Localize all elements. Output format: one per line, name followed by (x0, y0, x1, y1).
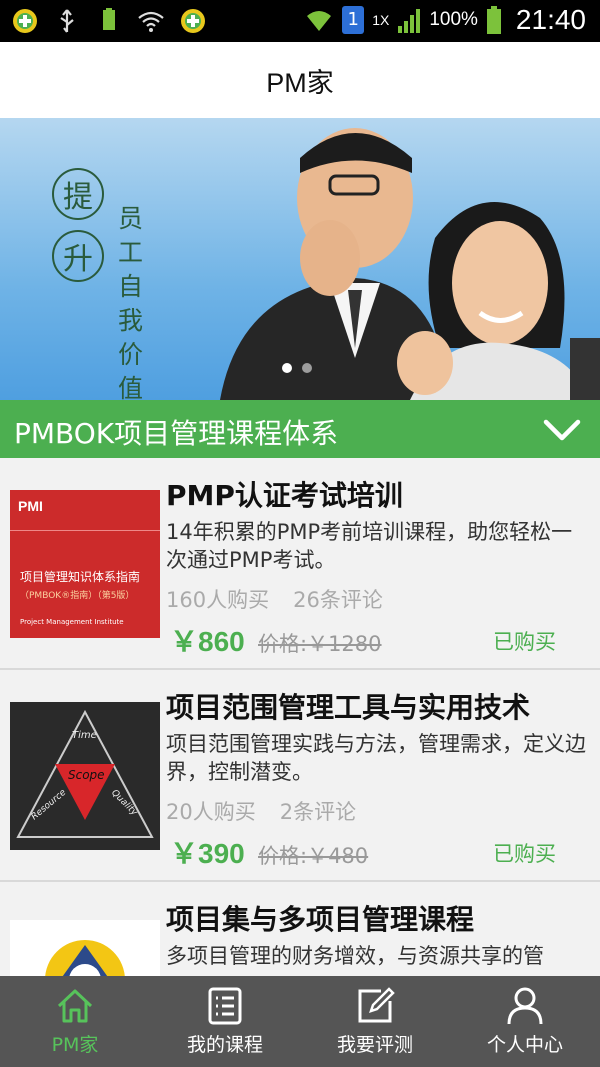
course-thumbnail: PMI 项目管理知识体系指南 （PMBOK®指南）（第5版） Project M… (10, 490, 160, 638)
business-people-image (220, 128, 600, 400)
battery-percent: 100% (429, 9, 478, 30)
nav-label: PM家 (51, 1034, 99, 1056)
course-description: 多项目管理的财务增效，与资源共享的管 (166, 944, 544, 968)
original-price: 价格:￥480 (258, 844, 369, 868)
nav-label: 个人中心 (486, 1034, 563, 1056)
page-title: PM家 (266, 67, 334, 98)
course-thumbnail: Time Scope Resource Quality (10, 702, 160, 850)
course-price: ￥390 (170, 838, 245, 869)
course-thumbnail (10, 920, 160, 976)
course-title[interactable]: 项目范围管理工具与实用技术 (166, 686, 530, 726)
carousel-dot[interactable] (302, 363, 312, 373)
purchased-badge[interactable]: 已购买 (493, 626, 556, 656)
person-icon (507, 987, 543, 1025)
carousel-dot-active[interactable] (282, 363, 292, 373)
clock: 21:40 (515, 4, 586, 35)
sim-card-icon: 1 (342, 6, 365, 34)
slogan-char: 自 (118, 272, 144, 301)
diagram-label: Time (72, 730, 97, 741)
edit-icon (358, 987, 395, 1023)
book-title: 项目管理知识体系指南 (20, 570, 141, 584)
slogan-char: 工 (118, 238, 144, 267)
review-count: 26条评论 (293, 588, 383, 612)
course-stats: 20人购买 2条评论 (166, 796, 356, 826)
banner-circle-char: 提 (52, 168, 104, 220)
carousel-indicator[interactable] (282, 363, 312, 373)
nav-item-assessment[interactable]: 我要评测 (300, 976, 450, 1067)
wifi-outline-icon (138, 11, 164, 32)
wifi-signal-icon (307, 11, 332, 31)
slogan-char: 我 (118, 306, 144, 335)
nav-label: 我的课程 (186, 1034, 263, 1056)
battery-full-icon (103, 8, 115, 30)
course-list[interactable]: PMI 项目管理知识体系指南 （PMBOK®指南）（第5版） Project M… (0, 458, 600, 976)
book-subtitle: （PMBOK®指南）（第5版） (20, 591, 135, 601)
nav-item-my-courses[interactable]: 我的课程 (150, 976, 300, 1067)
app-notification-icon (13, 9, 37, 33)
original-price: 价格:￥1280 (258, 632, 382, 656)
slogan-char: 价 (118, 340, 144, 369)
nav-item-home[interactable]: PM家 (0, 976, 150, 1067)
list-icon (208, 987, 242, 1025)
buyer-count: 160人购买 (166, 588, 270, 612)
book-publisher: Project Management Institute (20, 618, 124, 626)
slogan-char: 值 (118, 374, 144, 400)
bottom-navigation: PM家 我的课程 我要评测 个人中心 (0, 976, 600, 1067)
chevron-down-icon[interactable] (542, 414, 582, 444)
battery-icon (486, 6, 501, 34)
nav-label: 我要评测 (336, 1034, 413, 1056)
usb-icon (60, 9, 74, 33)
network-type-label: 1X (372, 12, 390, 28)
course-title[interactable]: 项目集与多项目管理课程 (166, 898, 474, 938)
slogan-char: 员 (118, 204, 144, 233)
course-description: 项目范围管理实践与方法，管理需求，定义边界，控制潜变。 (166, 732, 586, 784)
program-logo-image (45, 940, 125, 976)
review-count: 2条评论 (279, 800, 357, 824)
course-title[interactable]: PMP认证考试培训 (166, 474, 403, 514)
nav-item-profile[interactable]: 个人中心 (450, 976, 600, 1067)
course-item-program[interactable]: 项目集与多项目管理课程 多项目管理的财务增效，与资源共享的管 (0, 882, 600, 976)
home-icon (57, 989, 93, 1023)
buyer-count: 20人购买 (166, 800, 256, 824)
purchased-badge[interactable]: 已购买 (493, 838, 556, 868)
title-bar: PM家 (0, 42, 600, 118)
app-notification-icon (181, 9, 205, 33)
status-bar: 1 1X 100% 21:40 (0, 0, 600, 42)
category-title: PMBOK项目管理课程体系 (14, 417, 339, 450)
course-description: 14年积累的PMP考前培训课程，助您轻松一次通过PMP考试。 (166, 520, 573, 572)
course-category-header[interactable]: PMBOK项目管理课程体系 (0, 400, 600, 458)
course-price: ￥860 (170, 626, 245, 657)
banner-circle-char: 升 (52, 230, 104, 282)
course-item-scope[interactable]: Time Scope Resource Quality 项目范围管理工具与实用技… (0, 670, 600, 882)
diagram-label: Scope (68, 768, 105, 782)
pmi-logo: PMI (18, 498, 43, 514)
promo-banner[interactable]: 提 升 员 工 自 我 价 值 (0, 118, 600, 400)
course-item-pmp[interactable]: PMI 项目管理知识体系指南 （PMBOK®指南）（第5版） Project M… (0, 458, 600, 670)
banner-slogan: 员 工 自 我 价 值 (118, 204, 148, 400)
cell-signal-icon (398, 9, 421, 33)
course-stats: 160人购买 26条评论 (166, 584, 383, 614)
